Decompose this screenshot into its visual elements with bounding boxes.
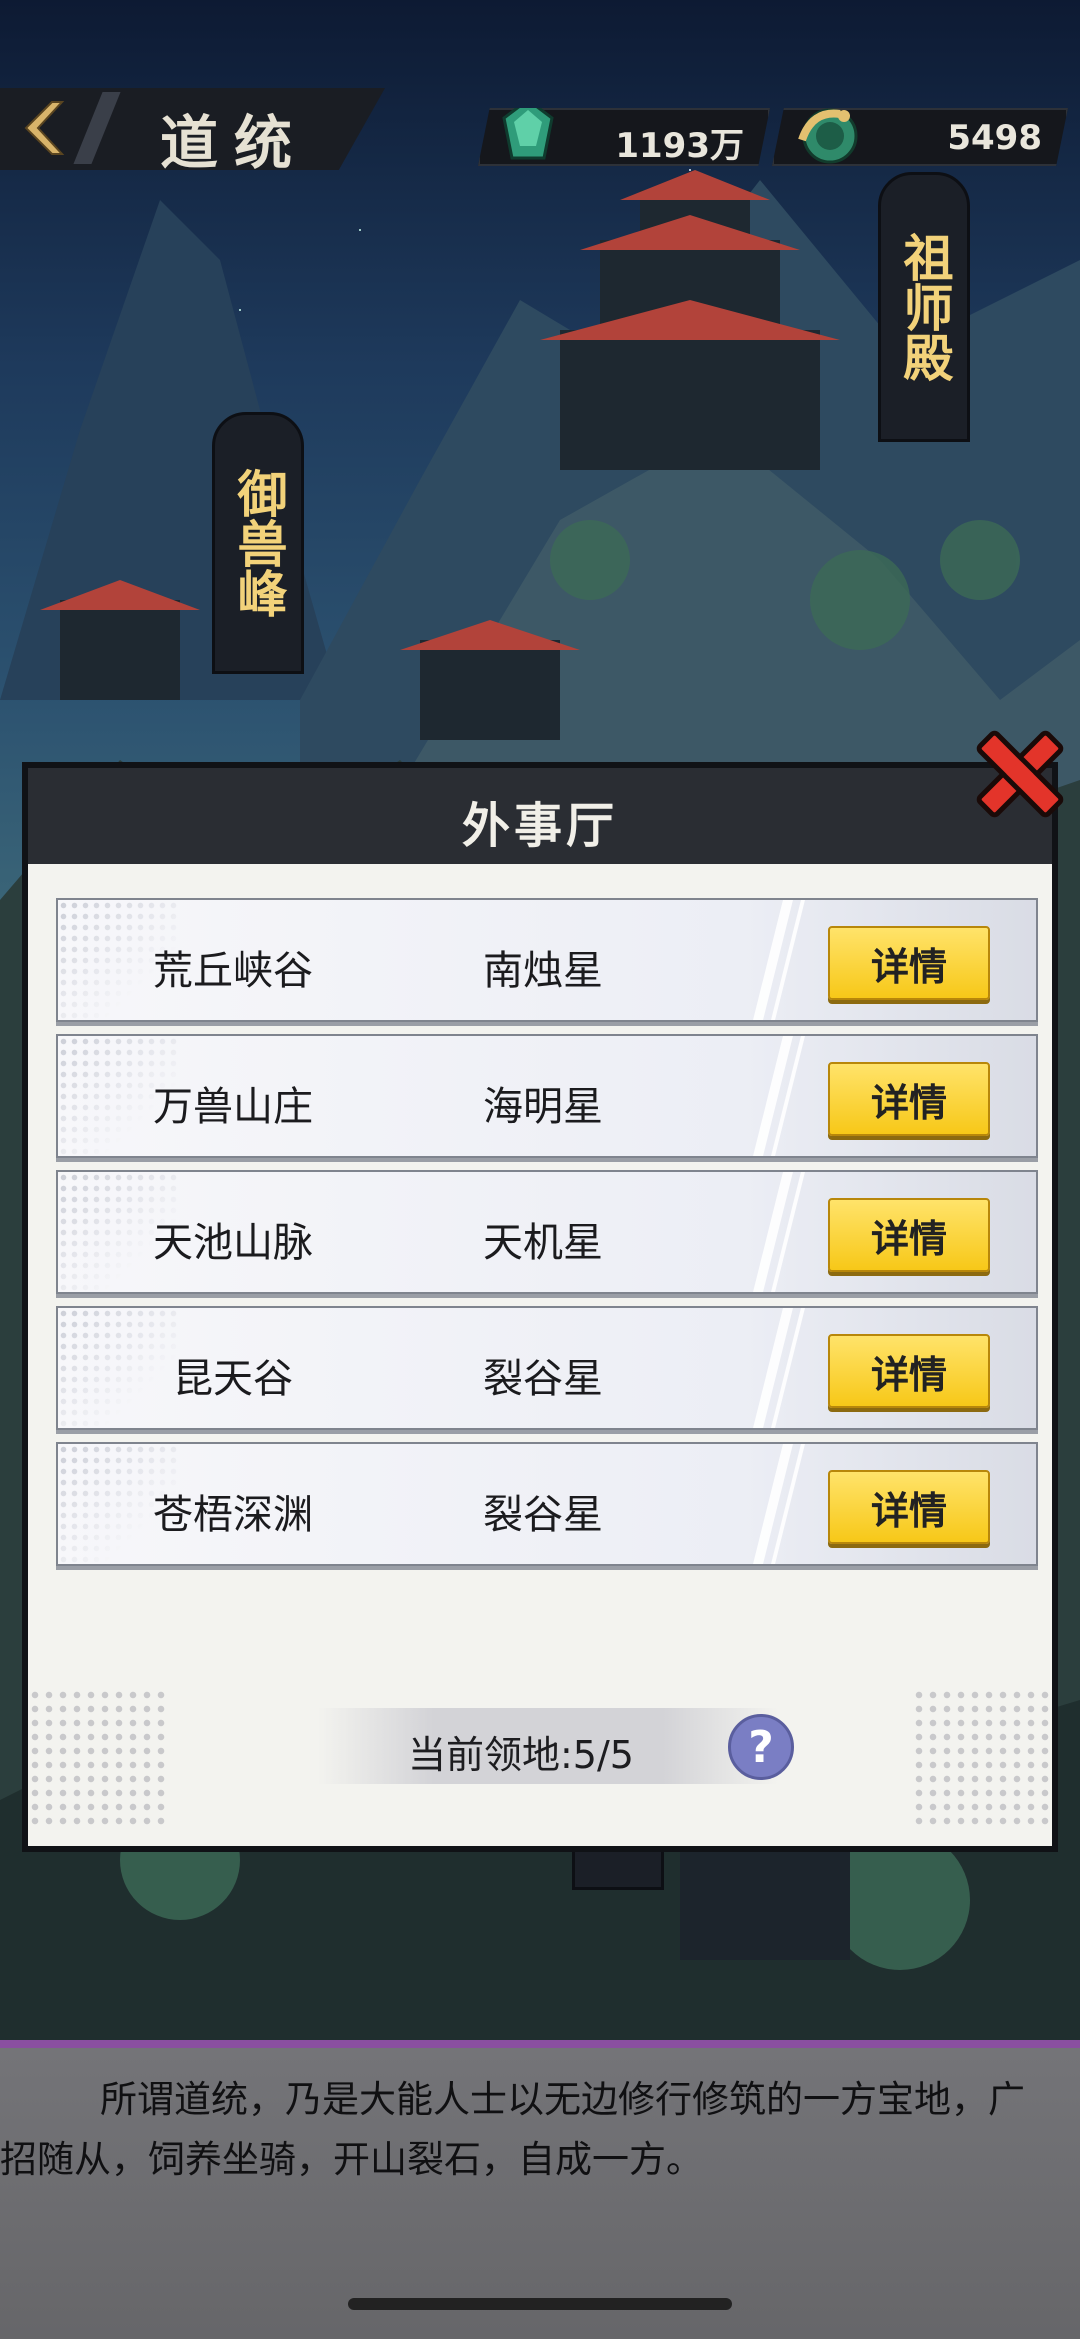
dialog-header: 外事厅 <box>28 768 1052 864</box>
top-bar: 道统 1193万 5498 <box>0 80 1080 177</box>
star-name: 海明星 <box>483 1084 603 1130</box>
coiled-dragon-icon <box>798 108 858 164</box>
star-name: 裂谷星 <box>483 1492 603 1538</box>
question-icon: ? <box>748 1721 774 1773</box>
dialog-title: 外事厅 <box>461 798 618 854</box>
home-indicator[interactable] <box>348 2298 732 2310</box>
building-banner-beast-peak[interactable]: 御兽峰 <box>212 412 304 674</box>
detail-button[interactable]: 详情 <box>828 1062 990 1136</box>
list-item: 天池山脉 天机星 详情 <box>56 1170 1038 1294</box>
star-name: 天机星 <box>483 1220 603 1266</box>
decor-dots <box>28 1688 168 1828</box>
detail-button[interactable]: 详情 <box>828 926 990 1000</box>
territory-name: 昆天谷 <box>173 1356 293 1402</box>
list-item: 苍梧深渊 裂谷星 详情 <box>56 1442 1038 1566</box>
currency-dragon: 5498 <box>772 108 1068 166</box>
detail-button[interactable]: 详情 <box>828 1470 990 1544</box>
close-icon <box>976 730 1064 818</box>
list-item: 昆天谷 裂谷星 详情 <box>56 1306 1038 1430</box>
list-item: 万兽山庄 海明星 详情 <box>56 1034 1038 1158</box>
help-button[interactable]: ? <box>728 1714 794 1780</box>
territory-count: 当前领地:5/5 <box>408 1733 634 1777</box>
territory-count-bar: 当前领地:5/5 ? <box>318 1708 794 1784</box>
detail-button[interactable]: 详情 <box>828 1334 990 1408</box>
page-title: 道统 <box>160 109 309 177</box>
territory-name: 荒丘峡谷 <box>153 948 313 994</box>
jade-gem-icon <box>502 108 554 160</box>
back-button[interactable] <box>14 98 74 158</box>
currency-jade: 1193万 <box>478 108 770 166</box>
close-button[interactable] <box>970 724 1070 824</box>
star-name: 南烛星 <box>483 948 603 994</box>
currency-dragon-value: 5498 <box>947 118 1042 158</box>
banner-text: 御兽峰 <box>229 468 288 618</box>
chevron-left-icon <box>24 101 65 155</box>
territory-name: 万兽山庄 <box>153 1084 313 1130</box>
decor-dots <box>912 1688 1052 1828</box>
territory-name: 苍梧深渊 <box>153 1492 313 1538</box>
description-text: 所谓道统，乃是大能人士以无边修行修筑的一方宝地，广招随从，饲养坐骑，开山裂石，自… <box>0 2078 1025 2181</box>
currency-jade-value: 1193万 <box>615 126 744 166</box>
building-banner-patriarch-hall[interactable]: 祖师殿 <box>878 172 970 442</box>
star-name: 裂谷星 <box>483 1356 603 1402</box>
territory-name: 天池山脉 <box>153 1220 313 1266</box>
list-item: 荒丘峡谷 南烛星 详情 <box>56 898 1038 1022</box>
external-affairs-dialog: 外事厅 荒丘峡谷 南烛星 详情 万兽山庄 海明星 详情 天池山脉 天机星 详情 … <box>22 762 1058 1852</box>
banner-text: 祖师殿 <box>895 232 954 382</box>
description-panel: 所谓道统，乃是大能人士以无边修行修筑的一方宝地，广招随从，饲养坐骑，开山裂石，自… <box>0 2040 1080 2339</box>
detail-button[interactable]: 详情 <box>828 1198 990 1272</box>
